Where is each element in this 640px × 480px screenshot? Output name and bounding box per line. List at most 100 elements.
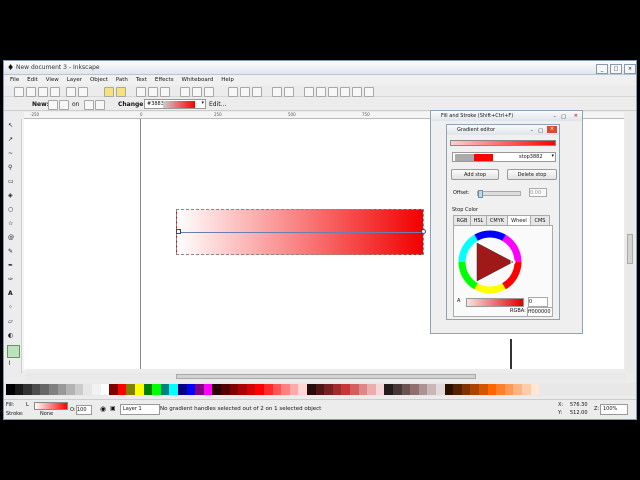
- 3d-box-tool-icon[interactable]: ◈: [7, 191, 20, 204]
- duplicate-icon[interactable]: [228, 87, 238, 97]
- palette-swatch[interactable]: [358, 384, 368, 395]
- palette-swatch[interactable]: [522, 384, 531, 395]
- xml-editor-icon[interactable]: [328, 87, 338, 97]
- palette-swatch[interactable]: [126, 384, 135, 395]
- menu-view[interactable]: View: [46, 75, 59, 85]
- add-stop-button[interactable]: Add stop: [451, 169, 499, 180]
- palette-swatch[interactable]: [487, 384, 497, 395]
- lock-icon[interactable]: ▣: [110, 405, 116, 412]
- stroke-value[interactable]: None: [40, 411, 53, 417]
- undo-icon[interactable]: [104, 87, 114, 97]
- palette-swatch[interactable]: [375, 384, 385, 395]
- zoom-input[interactable]: 100%: [600, 404, 628, 415]
- palette-swatch[interactable]: [470, 384, 479, 395]
- paint-bucket-tool-icon[interactable]: ◐: [7, 331, 20, 344]
- palette-swatch[interactable]: [393, 384, 402, 395]
- pencil-tool-icon[interactable]: ✎: [7, 247, 20, 260]
- gradient-end-handle[interactable]: [421, 229, 426, 234]
- palette-swatch[interactable]: [212, 384, 221, 395]
- palette-swatch[interactable]: [31, 384, 41, 395]
- copy-icon[interactable]: [136, 87, 146, 97]
- palette-swatch[interactable]: [341, 384, 350, 395]
- palette-swatch[interactable]: [74, 384, 84, 395]
- group-icon[interactable]: [272, 87, 282, 97]
- gradient-select[interactable]: #3883 ▾: [144, 99, 206, 109]
- palette-swatch[interactable]: [135, 384, 144, 395]
- alpha-input[interactable]: 0: [528, 297, 548, 307]
- palette-swatch[interactable]: [332, 384, 342, 395]
- clone-icon[interactable]: [240, 87, 250, 97]
- gradient-start-handle[interactable]: [176, 229, 181, 234]
- palette-swatch[interactable]: [479, 384, 488, 395]
- delete-stop-button[interactable]: Delete stop: [507, 169, 557, 180]
- palette-swatch[interactable]: [238, 384, 247, 395]
- close-icon[interactable]: ×: [547, 126, 557, 133]
- alpha-slider[interactable]: [466, 298, 524, 307]
- text-tool-icon[interactable]: A: [7, 289, 20, 302]
- palette-swatch[interactable]: [453, 384, 462, 395]
- ellipse-tool-icon[interactable]: ○: [7, 205, 20, 218]
- maximize-icon[interactable]: □: [538, 126, 543, 136]
- palette-swatch[interactable]: [410, 384, 419, 395]
- align-icon[interactable]: [340, 87, 350, 97]
- preferences-icon[interactable]: [352, 87, 362, 97]
- minimize-icon[interactable]: –: [531, 126, 534, 136]
- palette-swatch[interactable]: [436, 384, 445, 395]
- linear-gradient-icon[interactable]: [48, 100, 58, 110]
- gradient-tool-icon[interactable]: [7, 345, 20, 358]
- maximize-icon[interactable]: □: [561, 112, 566, 122]
- spiral-tool-icon[interactable]: @: [7, 233, 20, 246]
- zoom-drawing-icon[interactable]: [192, 87, 202, 97]
- palette-swatch[interactable]: [401, 384, 411, 395]
- palette-swatch[interactable]: [418, 384, 428, 395]
- menu-object[interactable]: Object: [90, 75, 108, 85]
- menu-layer[interactable]: Layer: [67, 75, 82, 85]
- palette-swatch[interactable]: [427, 384, 436, 395]
- export-icon[interactable]: [78, 87, 88, 97]
- palette-swatch[interactable]: [461, 384, 471, 395]
- zoom-selection-icon[interactable]: [180, 87, 190, 97]
- palette-swatch[interactable]: [324, 384, 333, 395]
- radial-gradient-icon[interactable]: [59, 100, 69, 110]
- menu-path[interactable]: Path: [116, 75, 128, 85]
- layer-select[interactable]: Layer 1: [120, 404, 160, 415]
- save-icon[interactable]: [38, 87, 48, 97]
- palette-swatch[interactable]: [160, 384, 170, 395]
- palette-swatch[interactable]: [229, 384, 239, 395]
- minimize-icon[interactable]: –: [554, 112, 557, 122]
- vertical-scrollbar[interactable]: [626, 119, 634, 373]
- calligraphy-tool-icon[interactable]: ✑: [7, 275, 20, 288]
- offset-input[interactable]: 0.00: [529, 188, 547, 197]
- rgba-input[interactable]: ff000000: [527, 307, 553, 317]
- palette-swatch[interactable]: [92, 384, 101, 395]
- palette-swatch[interactable]: [40, 384, 49, 395]
- palette-swatch[interactable]: [307, 384, 316, 395]
- open-icon[interactable]: [26, 87, 36, 97]
- palette-swatch[interactable]: [298, 384, 307, 395]
- fill-stroke-icon[interactable]: [304, 87, 314, 97]
- palette-swatch[interactable]: [246, 384, 256, 395]
- dropper-tool-icon[interactable]: ⌇: [7, 359, 20, 372]
- zoom-page-icon[interactable]: [204, 87, 214, 97]
- print-icon[interactable]: [50, 87, 60, 97]
- edit-button[interactable]: Edit...: [209, 101, 226, 108]
- palette-swatch[interactable]: [195, 384, 204, 395]
- cut-icon[interactable]: [148, 87, 158, 97]
- opacity-input[interactable]: 100: [76, 405, 92, 415]
- palette-swatch[interactable]: [255, 384, 264, 395]
- palette-swatch[interactable]: [57, 384, 67, 395]
- palette-swatch[interactable]: [186, 384, 196, 395]
- palette-swatch[interactable]: [14, 384, 24, 395]
- text-font-icon[interactable]: [316, 87, 326, 97]
- star-tool-icon[interactable]: ☆: [7, 219, 20, 232]
- zoom-tool-icon[interactable]: ⚲: [7, 163, 20, 176]
- offset-slider[interactable]: [477, 190, 521, 198]
- fill-swatch[interactable]: [34, 402, 68, 410]
- palette-swatch[interactable]: [444, 384, 454, 395]
- eraser-tool-icon[interactable]: ▱: [7, 317, 20, 330]
- new-document-icon[interactable]: [14, 87, 24, 97]
- menu-edit[interactable]: Edit: [27, 75, 38, 85]
- pen-tool-icon[interactable]: ✒: [7, 261, 20, 274]
- eye-icon[interactable]: ◉: [100, 405, 106, 413]
- offset-slider-thumb[interactable]: [478, 190, 483, 198]
